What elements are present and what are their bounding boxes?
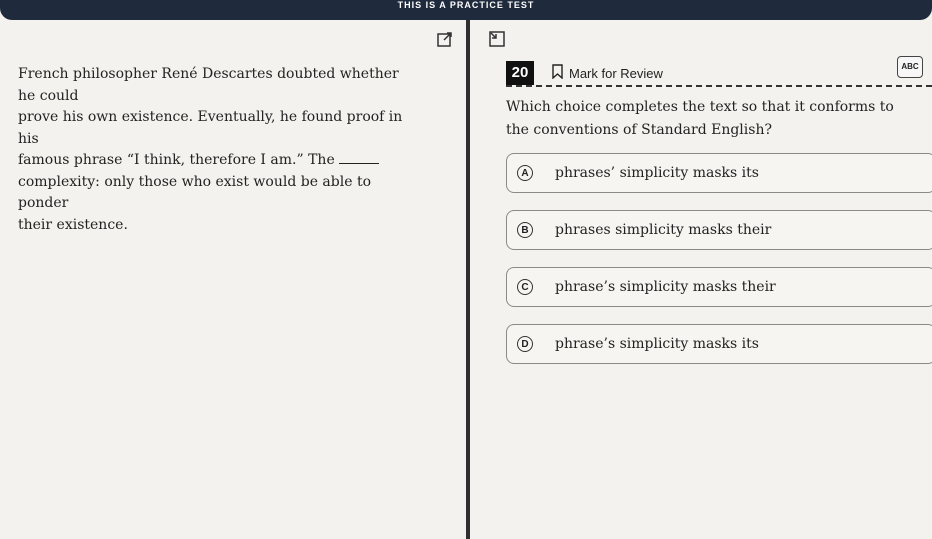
abc-strikethrough-button[interactable]: ABC	[897, 56, 923, 78]
mark-for-review-button[interactable]: Mark for Review	[552, 64, 663, 82]
mark-for-review-label: Mark for Review	[569, 65, 663, 81]
choice-text: phrases’ simplicity masks its	[555, 165, 759, 181]
passage-line: prove his own existence. Eventually, he …	[18, 109, 403, 147]
top-bar: THIS IS A PRACTICE TEST	[0, 0, 932, 20]
passage-line: their existence.	[18, 216, 128, 233]
passage-line-text: famous phrase “I think, therefore I am.”…	[18, 152, 335, 168]
header-dashed-divider	[506, 85, 932, 87]
practice-test-banner: THIS IS A PRACTICE TEST	[397, 0, 535, 10]
choice-text: phrases simplicity masks their	[555, 222, 772, 238]
passage-line: famous phrase “I think, therefore I am.”…	[18, 150, 418, 172]
choice-text: phrase’s simplicity masks its	[555, 336, 759, 352]
passage-line: French philosopher René Descartes doubte…	[18, 66, 399, 104]
bookmark-icon	[552, 64, 563, 82]
choice-letter: A	[517, 165, 533, 181]
pane-divider[interactable]	[466, 20, 470, 539]
question-number: 20	[506, 61, 534, 85]
blank-line	[339, 162, 380, 164]
choice-letter: C	[517, 279, 533, 295]
question-prompt: Which choice completes the text so that …	[506, 99, 894, 138]
choice-text: phrase’s simplicity masks their	[555, 279, 776, 295]
choice-letter: B	[517, 222, 533, 238]
expand-icon[interactable]	[436, 30, 454, 48]
choice-b[interactable]: B phrases simplicity masks their	[506, 210, 932, 250]
passage: French philosopher René Descartes doubte…	[18, 64, 418, 236]
collapse-icon[interactable]	[488, 30, 506, 48]
choice-c[interactable]: C phrase’s simplicity masks their	[506, 267, 932, 307]
passage-line: complexity: only those who exist would b…	[18, 173, 372, 212]
choice-letter: D	[517, 336, 533, 352]
choice-d[interactable]: D phrase’s simplicity masks its	[506, 324, 932, 364]
choice-a[interactable]: A phrases’ simplicity masks its	[506, 153, 932, 193]
